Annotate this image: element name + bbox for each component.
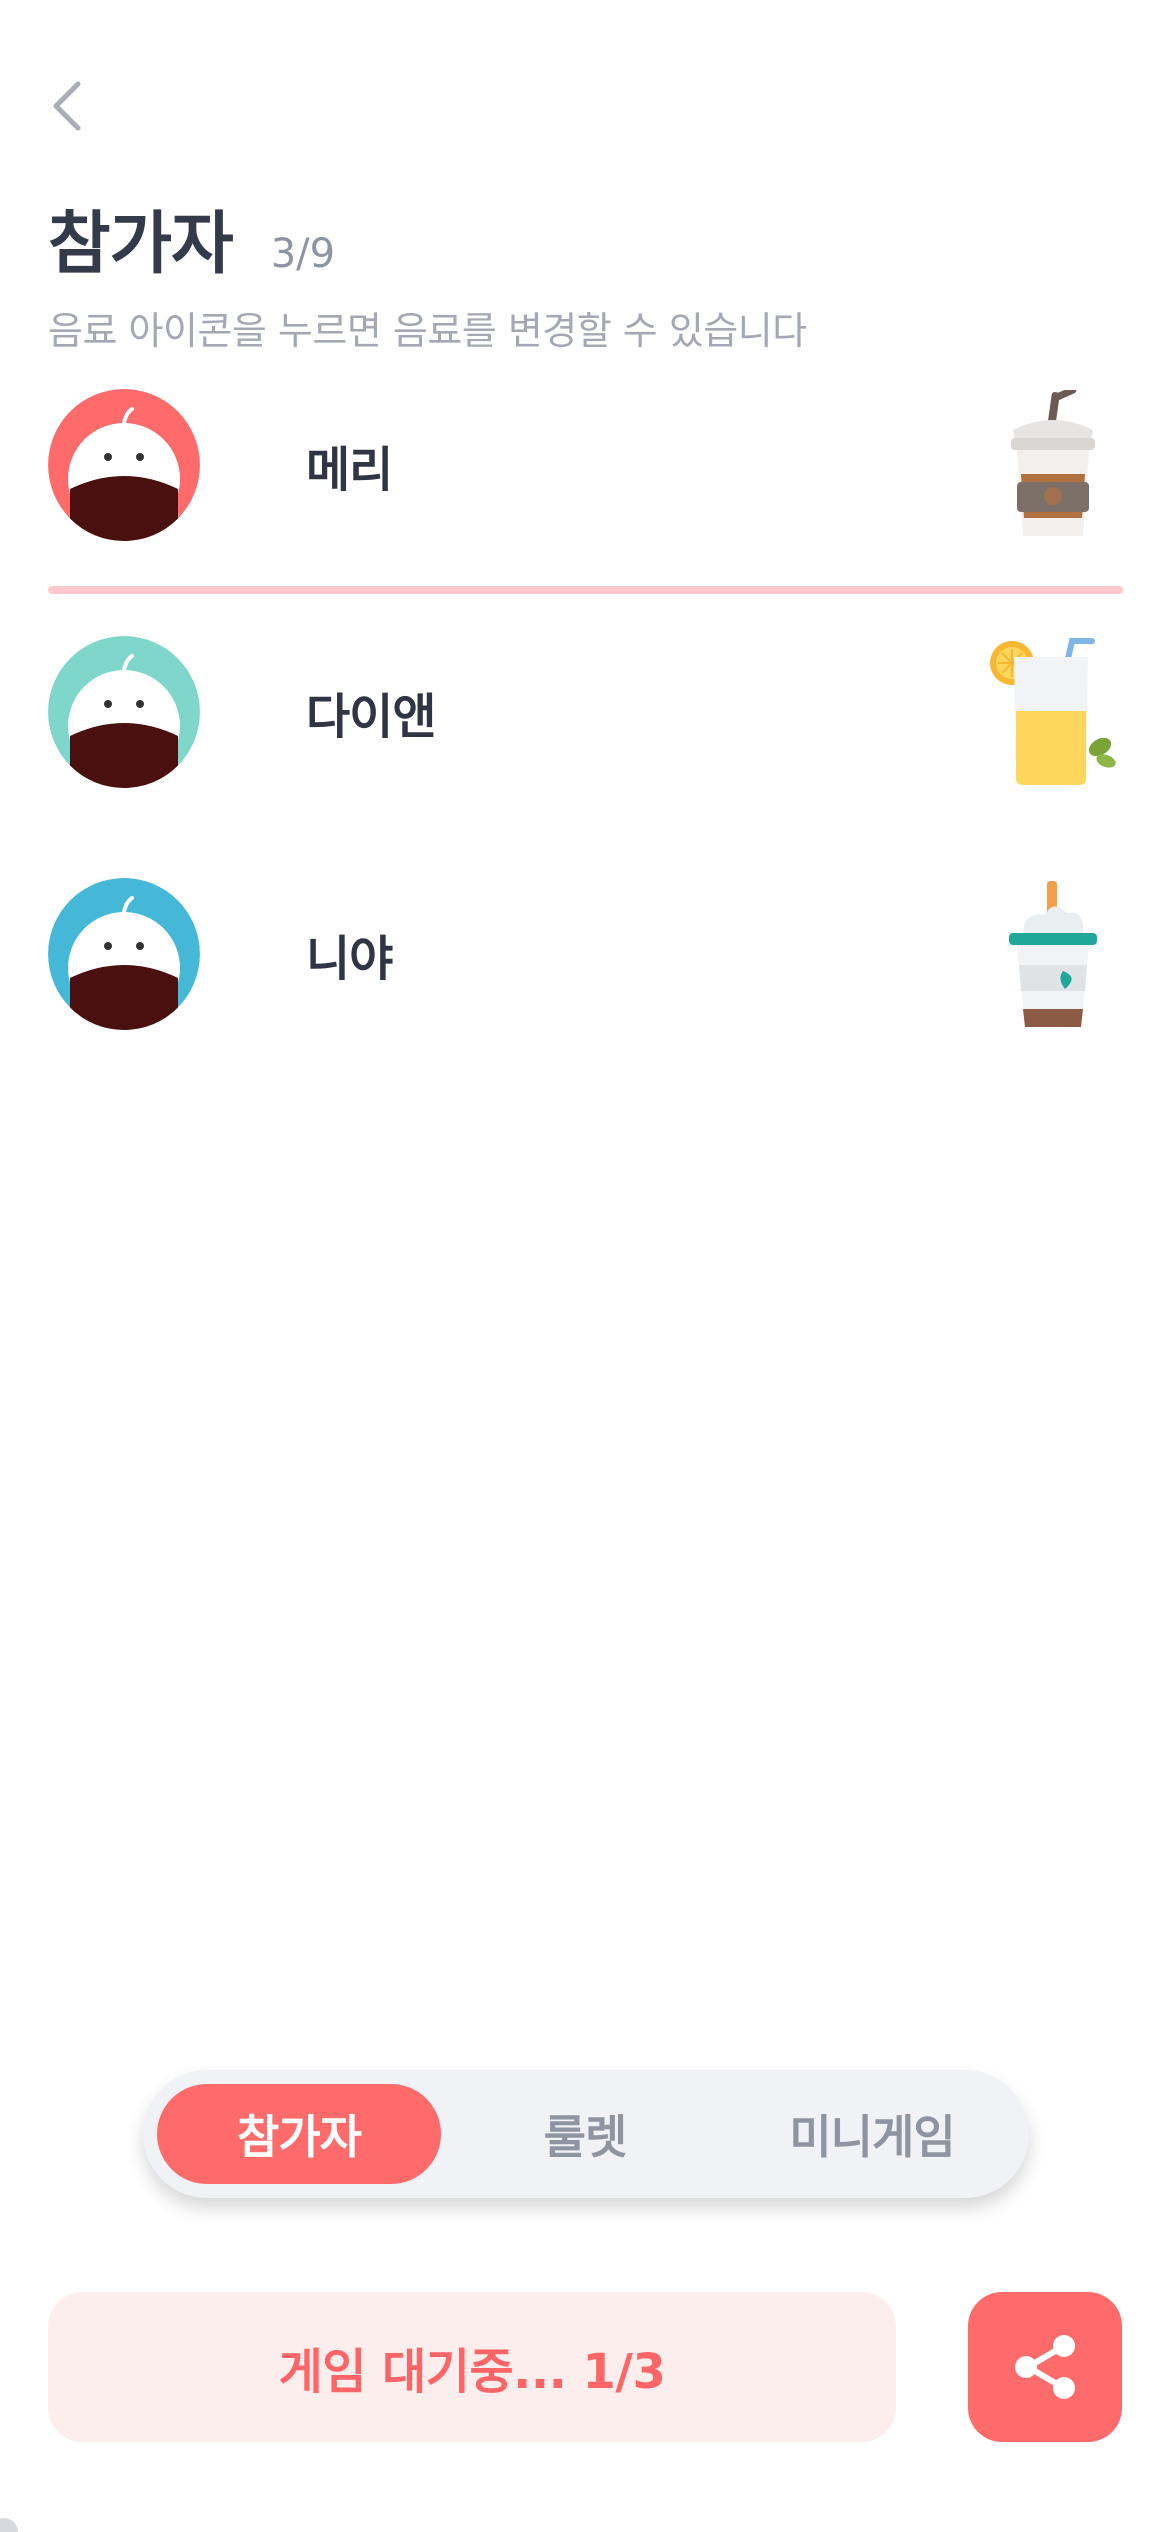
title-row: 참가자 3/9 (48, 188, 335, 287)
drink-button[interactable] (983, 385, 1123, 545)
share-icon (1015, 2335, 1075, 2399)
game-waiting-button[interactable]: 게임 대기중... 1/3 (48, 2292, 896, 2442)
tab-minigame[interactable]: 미니게임 (729, 2084, 1015, 2184)
participant-count: 3/9 (270, 231, 336, 277)
tab-participants[interactable]: 참가자 (157, 2084, 441, 2184)
iced-coffee-icon (1011, 390, 1095, 536)
avatar[interactable] (48, 636, 200, 788)
participants-screen: 참가자 3/9 음료 아이콘을 누르면 음료를 변경할 수 있습니다 메리 다이… (0, 0, 1170, 2532)
participant-row: 메리 (48, 385, 1123, 545)
participant-name: 다이앤 (306, 689, 436, 745)
participant-name: 니야 (306, 931, 393, 987)
participant-row: 니야 (48, 874, 1123, 1034)
lemonade-icon (990, 638, 1116, 785)
avatar[interactable] (48, 389, 200, 541)
back-button[interactable] (40, 78, 96, 134)
home-indicator-dot (0, 2518, 18, 2532)
participant-name: 메리 (306, 442, 393, 498)
chevron-left-icon (53, 81, 81, 131)
share-button[interactable] (968, 2292, 1122, 2442)
page-title: 참가자 (48, 205, 234, 284)
frappuccino-icon (1009, 881, 1097, 1027)
avatar[interactable] (48, 878, 200, 1030)
tab-roulette[interactable]: 룰렛 (443, 2084, 727, 2184)
drink-button[interactable] (983, 632, 1123, 792)
divider (48, 586, 1123, 594)
drink-button[interactable] (983, 874, 1123, 1034)
hint-text: 음료 아이콘을 누르면 음료를 변경할 수 있습니다 (48, 309, 807, 353)
participant-row: 다이앤 (48, 632, 1123, 792)
segmented-tab-bar: 참가자 룰렛 미니게임 (143, 2070, 1029, 2198)
